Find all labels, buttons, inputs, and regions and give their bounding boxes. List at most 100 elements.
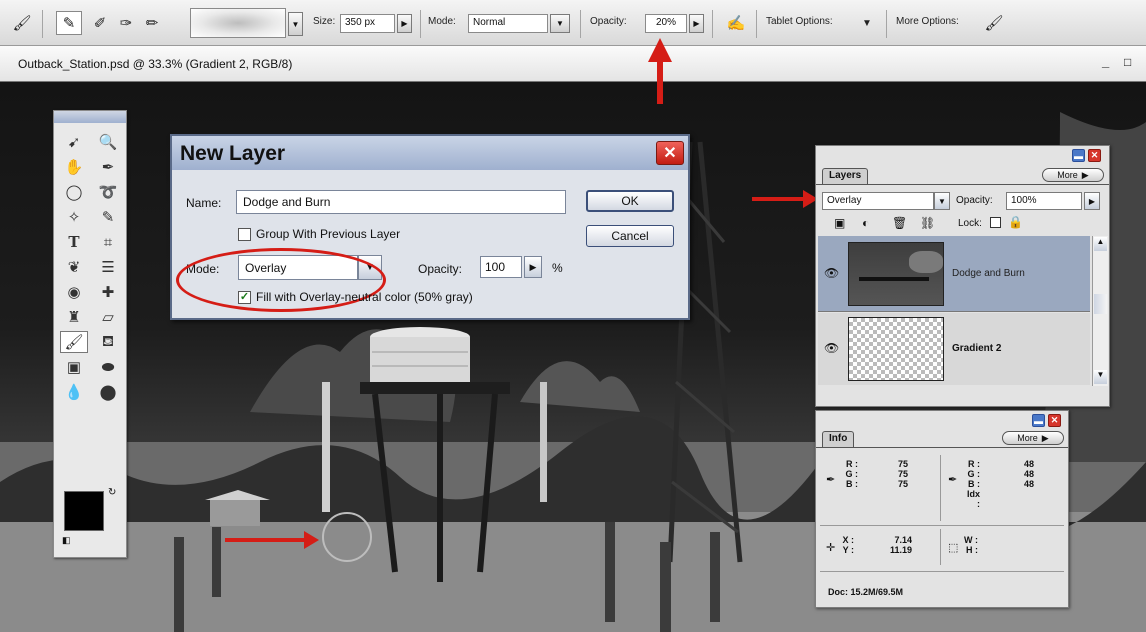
layers-blend-mode-select[interactable]: Overlay bbox=[822, 192, 934, 210]
size-slider-button[interactable]: ▶ bbox=[397, 14, 412, 33]
marquee-tool-icon[interactable]: ◯ bbox=[60, 181, 88, 203]
mode-select[interactable]: Normal bbox=[468, 14, 548, 33]
opacity-input[interactable]: 100 bbox=[480, 256, 522, 278]
crop-tool-icon[interactable]: ⌗ bbox=[94, 231, 122, 253]
color-replacement-icon[interactable]: ✑ bbox=[114, 11, 138, 35]
blend-mode-dropdown-icon[interactable]: ▼ bbox=[934, 192, 950, 210]
layer-row-gradient-2[interactable]: 👁 Gradient 2 bbox=[818, 313, 1090, 385]
info-more-label: More bbox=[1017, 433, 1038, 443]
foreground-color-swatch[interactable] bbox=[64, 491, 104, 531]
brush-tool-selected-icon[interactable]: 🖌 bbox=[60, 331, 88, 353]
info-minimize-button[interactable]: ▬ bbox=[1032, 414, 1045, 427]
cookie-cutter-tool-icon[interactable]: ❦ bbox=[60, 256, 88, 278]
clone-stamp-tool-icon[interactable]: ♜ bbox=[60, 306, 88, 328]
opacity-label: Opacity: bbox=[590, 16, 627, 27]
lock-transparency-icon[interactable] bbox=[990, 217, 1001, 228]
name-label: Name: bbox=[186, 196, 222, 210]
move-tool-icon[interactable]: ➹ bbox=[60, 131, 88, 153]
layer-thumbnail-dodge-burn bbox=[848, 242, 944, 306]
type-tool-icon[interactable]: T bbox=[60, 231, 88, 253]
layers-scrollbar[interactable]: ▲ ▼ bbox=[1092, 236, 1108, 386]
layers-opacity-input[interactable]: 100% bbox=[1006, 192, 1082, 210]
adjustment-layer-icon[interactable]: ◐ bbox=[862, 216, 869, 230]
wh-labels: W : H : bbox=[960, 535, 978, 555]
tablet-options-label[interactable]: Tablet Options: bbox=[766, 16, 833, 27]
swap-colors-icon[interactable]: ↻ bbox=[108, 487, 116, 498]
zoom-tool-icon[interactable]: 🔍 bbox=[94, 131, 122, 153]
annotation-arrow-cursor bbox=[225, 531, 319, 549]
brush-picker-dropdown[interactable]: ▼ bbox=[288, 12, 303, 36]
visibility-eye-icon[interactable]: 👁 bbox=[824, 266, 839, 280]
layer-row-dodge-burn[interactable]: 👁 Dodge and Burn bbox=[818, 236, 1090, 312]
opacity-field[interactable]: 20% bbox=[645, 14, 687, 33]
blur-tool-icon[interactable]: 💧 bbox=[60, 381, 88, 403]
red-eye-tool-icon[interactable]: ◉ bbox=[60, 281, 88, 303]
xy-labels: X : Y : bbox=[838, 535, 854, 555]
b-value-left: 75 bbox=[897, 479, 908, 489]
ok-button[interactable]: OK bbox=[586, 190, 674, 212]
lasso-tool-icon[interactable]: ➰ bbox=[94, 181, 122, 203]
shape-tool-icon[interactable]: ⬬ bbox=[94, 356, 122, 378]
layers-minimize-button[interactable]: ▬ bbox=[1072, 149, 1085, 162]
delete-layer-icon[interactable]: 🗑 bbox=[892, 216, 907, 230]
eraser-tool-icon[interactable]: ▱ bbox=[94, 306, 122, 328]
opacity-slider-button[interactable]: ▶ bbox=[689, 14, 704, 33]
tablet-options-dropdown-icon[interactable]: ▼ bbox=[858, 11, 876, 35]
scroll-down-icon[interactable]: ▼ bbox=[1094, 370, 1107, 384]
scroll-thumb[interactable] bbox=[1094, 294, 1107, 314]
info-panel: ▬ ✕ Info More ▶ ✒ R : G : B : 75 75 75 ✒ … bbox=[815, 410, 1069, 608]
dialog-close-button[interactable]: ✕ bbox=[656, 141, 684, 165]
mode-dropdown-button[interactable]: ▼ bbox=[550, 14, 570, 33]
b-label-2: B : bbox=[968, 479, 980, 489]
size-field[interactable]: 350 px bbox=[340, 14, 395, 33]
airbrush-icon[interactable]: ✍ bbox=[722, 11, 750, 35]
selection-brush-tool-icon[interactable]: ✎ bbox=[94, 206, 122, 228]
default-colors-icon[interactable]: ◧ bbox=[62, 535, 71, 546]
visibility-eye-icon[interactable]: 👁 bbox=[824, 341, 839, 355]
layers-opacity-slider-button[interactable]: ▶ bbox=[1084, 192, 1100, 210]
g-value-right: 48 bbox=[1023, 469, 1034, 479]
fill-neutral-checkbox[interactable]: ✓ bbox=[238, 291, 251, 304]
opacity-slider-button[interactable]: ▶ bbox=[524, 256, 542, 278]
toolbox-grip[interactable] bbox=[54, 111, 126, 123]
healing-brush-tool-icon[interactable]: ✚ bbox=[94, 281, 122, 303]
xy-values: 7.14 11.19 bbox=[878, 535, 912, 555]
impressionist-brush-icon[interactable]: ✐ bbox=[88, 11, 112, 35]
doc-size-status: Doc: 15.2M/69.5M bbox=[828, 587, 904, 597]
cancel-button[interactable]: Cancel bbox=[586, 225, 674, 247]
brush-tool-icon[interactable]: ✎ bbox=[56, 11, 82, 35]
lock-all-icon[interactable]: 🔒 bbox=[1008, 215, 1023, 229]
group-checkbox[interactable] bbox=[238, 228, 251, 241]
info-tab[interactable]: Info bbox=[822, 431, 855, 447]
more-options-brush-icon[interactable]: 🖌 bbox=[982, 11, 1006, 35]
maximize-button[interactable]: □ bbox=[1124, 55, 1131, 69]
info-close-button[interactable]: ✕ bbox=[1048, 414, 1061, 427]
minimize-button[interactable]: _ bbox=[1102, 54, 1109, 69]
scroll-up-icon[interactable]: ▲ bbox=[1094, 237, 1107, 251]
info-rgb-labels-right: R : G : B : Idx : bbox=[962, 459, 980, 509]
hand-tool-icon[interactable]: ✋ bbox=[60, 156, 88, 178]
link-layers-icon[interactable]: ⛓ bbox=[920, 216, 935, 230]
layers-more-button[interactable]: More ▶ bbox=[1042, 168, 1104, 182]
gradient-tool-icon[interactable]: ▣ bbox=[60, 356, 88, 378]
layers-tab[interactable]: Layers bbox=[822, 168, 869, 184]
brush-preview[interactable] bbox=[190, 8, 286, 38]
layer-name-input[interactable]: Dodge and Burn bbox=[236, 190, 566, 214]
sponge-tool-icon[interactable]: ⬤ bbox=[94, 381, 122, 403]
selection-size-icon: ⬚ bbox=[948, 542, 959, 554]
paint-bucket-tool-icon[interactable]: ⛾ bbox=[94, 331, 122, 353]
more-options-label[interactable]: More Options: bbox=[896, 16, 959, 27]
info-more-button[interactable]: More ▶ bbox=[1002, 431, 1064, 445]
layers-close-button[interactable]: ✕ bbox=[1088, 149, 1101, 162]
g-label-2: G : bbox=[967, 469, 981, 479]
new-layer-icon[interactable]: ▣ bbox=[834, 216, 845, 230]
pencil-icon[interactable]: ✏ bbox=[140, 11, 164, 35]
layers-opacity-label: Opacity: bbox=[956, 195, 993, 206]
magic-wand-tool-icon[interactable]: ✧ bbox=[60, 206, 88, 228]
brush-preset-icon[interactable]: 🖌 bbox=[10, 11, 34, 35]
document-title: Outback_Station.psd @ 33.3% (Gradient 2,… bbox=[18, 57, 293, 71]
annotation-arrow-opacity bbox=[657, 60, 663, 104]
group-label: Group With Previous Layer bbox=[256, 227, 401, 241]
eyedropper-tool-icon[interactable]: ✒ bbox=[94, 156, 122, 178]
straighten-tool-icon[interactable]: ☰ bbox=[94, 256, 122, 278]
